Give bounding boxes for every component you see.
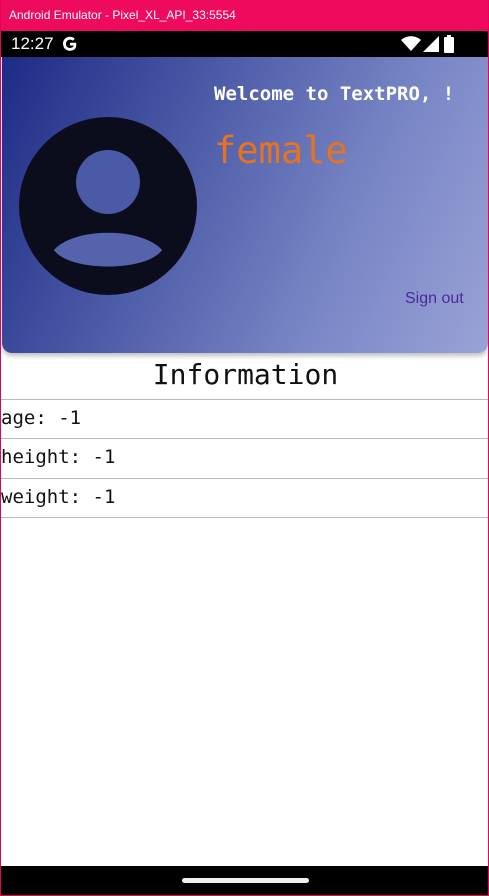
welcome-text: Welcome to TextPRO, !: [214, 83, 455, 105]
emulator-title-bar: Android Emulator - Pixel_XL_API_33:5554: [1, 0, 488, 31]
window-title: Android Emulator - Pixel_XL_API_33:5554: [9, 8, 236, 22]
navigation-bar: [1, 866, 488, 895]
gesture-handle[interactable]: [182, 878, 309, 883]
info-row-weight: weight: -1: [1, 478, 488, 518]
emulator-window: Android Emulator - Pixel_XL_API_33:5554 …: [0, 0, 489, 896]
wifi-icon: [401, 36, 421, 51]
info-row-text: weight: -1: [1, 486, 116, 508]
battery-icon: [444, 35, 454, 53]
account-avatar-icon: [19, 117, 197, 295]
profile-header-card: Welcome to TextPRO, ! female Sign out: [2, 57, 488, 353]
information-heading: Information: [152, 358, 339, 391]
info-row-text: age: -1: [1, 407, 82, 429]
google-g-icon: [62, 36, 77, 51]
signal-icon: [423, 36, 439, 52]
sign-out-button[interactable]: Sign out: [405, 289, 464, 309]
info-row-text: height: -1: [1, 446, 116, 468]
status-bar: 12:27: [1, 31, 488, 57]
info-row-age: age: -1: [1, 399, 488, 439]
info-row-height: height: -1: [1, 438, 488, 478]
gender-label: female: [214, 129, 348, 172]
status-time: 12:27: [11, 34, 54, 53]
